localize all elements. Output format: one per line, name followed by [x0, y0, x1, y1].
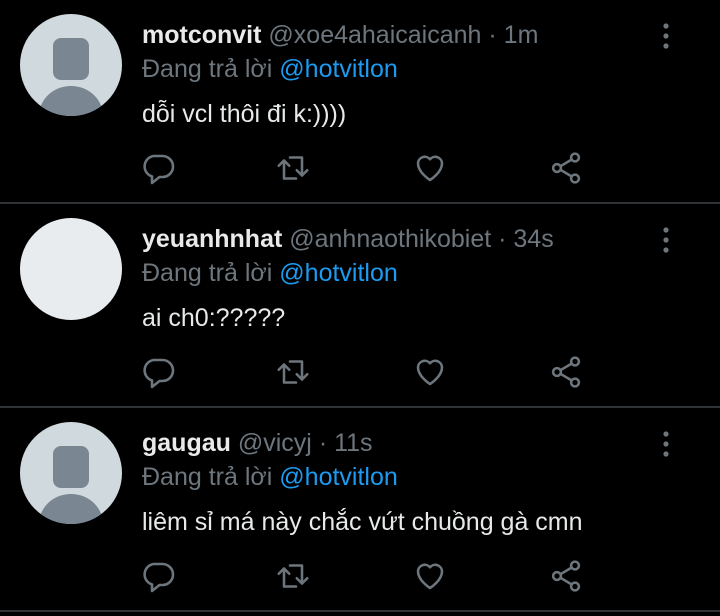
heart-icon[interactable]	[412, 558, 448, 594]
separator-dot: ·	[498, 225, 507, 253]
heart-icon[interactable]	[412, 150, 448, 186]
replying-to-line: Đang trả lời @hotvitlon	[142, 256, 398, 290]
share-icon[interactable]	[548, 150, 584, 186]
replying-to-line: Đang trả lời @hotvitlon	[142, 52, 398, 86]
reply-item[interactable]: motconvit @xoe4ahaicaicanh · 1m Đang trả…	[0, 0, 720, 204]
replying-prefix: Đang trả lời	[142, 55, 273, 83]
timestamp[interactable]: 1m	[504, 21, 539, 49]
reply-text: dỗi vcl thôi đi k:))))	[142, 100, 347, 128]
retweet-icon[interactable]	[275, 150, 311, 186]
user-handle[interactable]: @anhnaothikobiet	[289, 225, 491, 253]
avatar[interactable]	[20, 422, 122, 524]
timestamp[interactable]: 34s	[513, 225, 553, 253]
reply-item[interactable]: yeuanhnhat @anhnaothikobiet · 34s Đang t…	[0, 204, 720, 408]
more-vertical-icon[interactable]	[656, 22, 676, 50]
reply-header: gaugau @vicyj · 11s	[142, 426, 373, 460]
separator-dot: ·	[488, 21, 497, 49]
reply-header: yeuanhnhat @anhnaothikobiet · 34s	[142, 222, 554, 256]
reply-header: motconvit @xoe4ahaicaicanh · 1m	[142, 18, 538, 52]
replying-prefix: Đang trả lời	[142, 463, 273, 491]
replying-to-line: Đang trả lời @hotvitlon	[142, 460, 398, 494]
reply-text: liêm sỉ má này chắc vứt chuồng gà cmn	[142, 508, 583, 536]
avatar-head	[53, 446, 89, 488]
mention-link[interactable]: @hotvitlon	[279, 463, 398, 491]
more-vertical-icon[interactable]	[656, 430, 676, 458]
display-name[interactable]: motconvit	[142, 21, 261, 49]
reply-icon[interactable]	[140, 150, 176, 186]
user-handle[interactable]: @xoe4ahaicaicanh	[268, 21, 481, 49]
reply-item[interactable]: gaugau @vicyj · 11s Đang trả lời @hotvit…	[0, 408, 720, 612]
share-icon[interactable]	[548, 354, 584, 390]
timestamp[interactable]: 11s	[334, 429, 372, 457]
avatar[interactable]	[20, 14, 122, 116]
avatar-shoulders	[39, 494, 103, 524]
reply-text: ai ch0:?????	[142, 304, 286, 332]
mention-link[interactable]: @hotvitlon	[279, 55, 398, 83]
replying-prefix: Đang trả lời	[142, 259, 273, 287]
separator-dot: ·	[318, 429, 328, 457]
reply-icon[interactable]	[140, 354, 176, 390]
user-handle[interactable]: @vicyj	[238, 429, 312, 457]
more-vertical-icon[interactable]	[656, 226, 676, 254]
divider	[0, 610, 720, 612]
display-name[interactable]: yeuanhnhat	[142, 225, 282, 253]
share-icon[interactable]	[548, 558, 584, 594]
avatar-shoulders	[39, 86, 103, 116]
retweet-icon[interactable]	[275, 558, 311, 594]
avatar[interactable]	[20, 218, 122, 320]
mention-link[interactable]: @hotvitlon	[279, 259, 398, 287]
display-name[interactable]: gaugau	[142, 429, 231, 457]
avatar-head	[53, 38, 89, 80]
reply-icon[interactable]	[140, 558, 176, 594]
heart-icon[interactable]	[412, 354, 448, 390]
retweet-icon[interactable]	[275, 354, 311, 390]
